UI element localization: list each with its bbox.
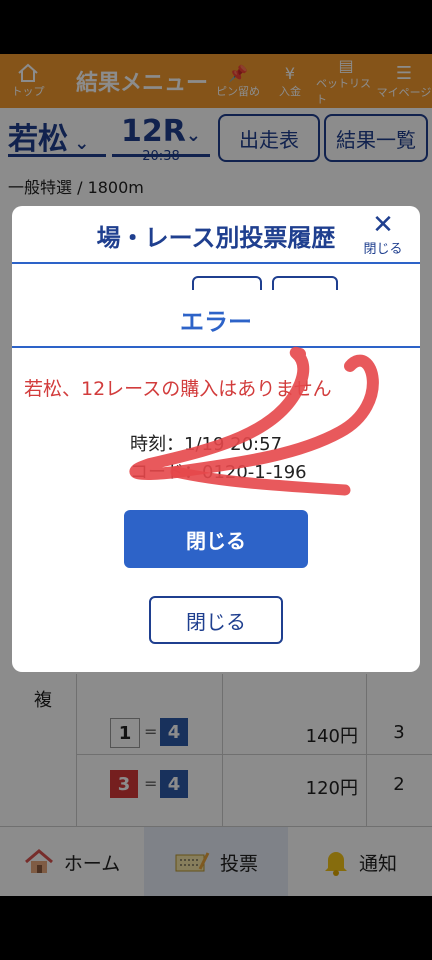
system-navigation-bar <box>0 896 432 960</box>
error-modal-title: エラー <box>180 308 252 336</box>
error-modal: エラー 若松、12レースの購入はありません 時刻：1/19 20:57 コード：… <box>12 290 420 592</box>
close-icon: ✕ <box>372 210 394 240</box>
error-close-button[interactable]: 閉じる <box>124 510 308 568</box>
error-time: 時刻：1/19 20:57 <box>130 434 283 455</box>
error-code: コード：0120-1-196 <box>130 462 307 483</box>
divider <box>12 346 420 348</box>
error-message: 若松、12レースの購入はありません <box>24 378 332 400</box>
history-close-x-button[interactable]: ✕ 閉じる <box>358 212 408 257</box>
history-close-label: 閉じる <box>363 242 403 257</box>
history-close-button[interactable]: 閉じる <box>149 596 283 644</box>
status-bar <box>0 0 432 54</box>
app-screen: トップ 結果メニュー 📌 ピン留め ¥ 入金 ▤ ベットリスト ☰ マイページ … <box>0 54 432 896</box>
